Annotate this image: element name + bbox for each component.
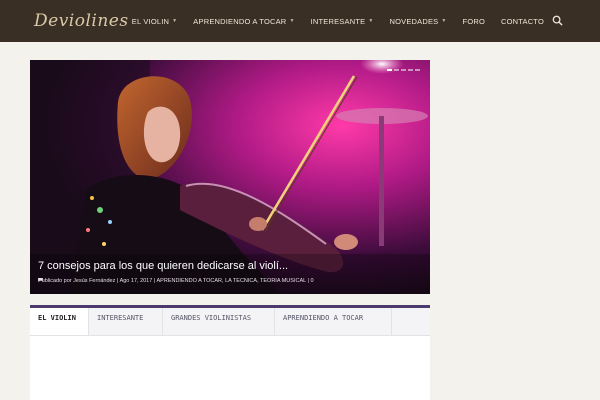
- meta-separator: |: [153, 278, 156, 284]
- chevron-down-icon: ▼: [172, 18, 178, 24]
- slide-dot[interactable]: [387, 69, 392, 71]
- nav-el-violin[interactable]: EL VIOLIN ▼: [132, 17, 178, 26]
- site-header: Deviolines EL VIOLIN ▼ APRENDIENDO A TOC…: [0, 0, 600, 42]
- site-logo[interactable]: Deviolines: [34, 11, 129, 31]
- chevron-down-icon: ▼: [289, 18, 295, 24]
- search-icon[interactable]: [552, 15, 563, 26]
- nav-aprendiendo-a-tocar[interactable]: APRENDIENDO A TOCAR ▼: [193, 17, 294, 26]
- nav-label: FORO: [462, 16, 485, 26]
- slide-title[interactable]: 7 consejos para los que quieren dedicars…: [38, 260, 288, 272]
- meta-prefix: Publicado por: [38, 278, 72, 284]
- comment-count[interactable]: 0: [310, 278, 313, 284]
- nav-label: CONTACTO: [501, 16, 544, 26]
- comment-icon: [38, 278, 43, 282]
- nav-interesante[interactable]: INTERESANTE ▼: [311, 17, 374, 26]
- category-tabs-panel: EL VIOLIN INTERESANTE GRANDES VIOLINISTA…: [30, 305, 430, 400]
- author-link[interactable]: Jesús Fernández: [73, 278, 115, 284]
- slide-meta: Publicado por Jesús Fernández | Ago 17, …: [38, 278, 314, 284]
- nav-contacto[interactable]: CONTACTO: [501, 17, 544, 26]
- meta-separator: |: [116, 278, 119, 284]
- slide-dot[interactable]: [415, 69, 420, 71]
- main-nav: EL VIOLIN ▼ APRENDIENDO A TOCAR ▼ INTERE…: [116, 0, 544, 42]
- slide-dot[interactable]: [408, 69, 413, 71]
- nav-novedades[interactable]: NOVEDADES ▼: [389, 17, 446, 26]
- slide-dot[interactable]: [394, 69, 399, 71]
- tab-grandes-violinistas[interactable]: GRANDES VIOLINISTAS: [163, 308, 275, 335]
- meta-separator: |: [307, 278, 309, 284]
- slide-dot[interactable]: [401, 69, 406, 71]
- nav-foro[interactable]: FORO: [463, 17, 485, 26]
- chevron-down-icon: ▼: [368, 18, 374, 24]
- nav-label: NOVEDADES: [389, 16, 439, 26]
- featured-slider[interactable]: 7 consejos para los que quieren dedicars…: [30, 60, 430, 294]
- tab-interesante[interactable]: INTERESANTE: [89, 308, 163, 335]
- tab-el-violin[interactable]: EL VIOLIN: [30, 308, 89, 335]
- chevron-down-icon: ▼: [441, 18, 447, 24]
- nav-label: INTERESANTE: [310, 16, 366, 26]
- category-links[interactable]: APRENDIENDO A TOCAR, LA TECNICA, TEORIA …: [157, 278, 306, 284]
- tab-bar: EL VIOLIN INTERESANTE GRANDES VIOLINISTA…: [30, 308, 430, 336]
- slider-pagination: [385, 69, 420, 71]
- slide-caption: 7 consejos para los que quieren dedicars…: [30, 254, 430, 294]
- post-date: Ago 17, 2017: [119, 278, 153, 284]
- tab-aprendiendo-a-tocar[interactable]: APRENDIENDO A TOCAR: [275, 308, 392, 335]
- nav-label: EL VIOLIN: [131, 16, 170, 26]
- nav-label: APRENDIENDO A TOCAR: [193, 16, 287, 26]
